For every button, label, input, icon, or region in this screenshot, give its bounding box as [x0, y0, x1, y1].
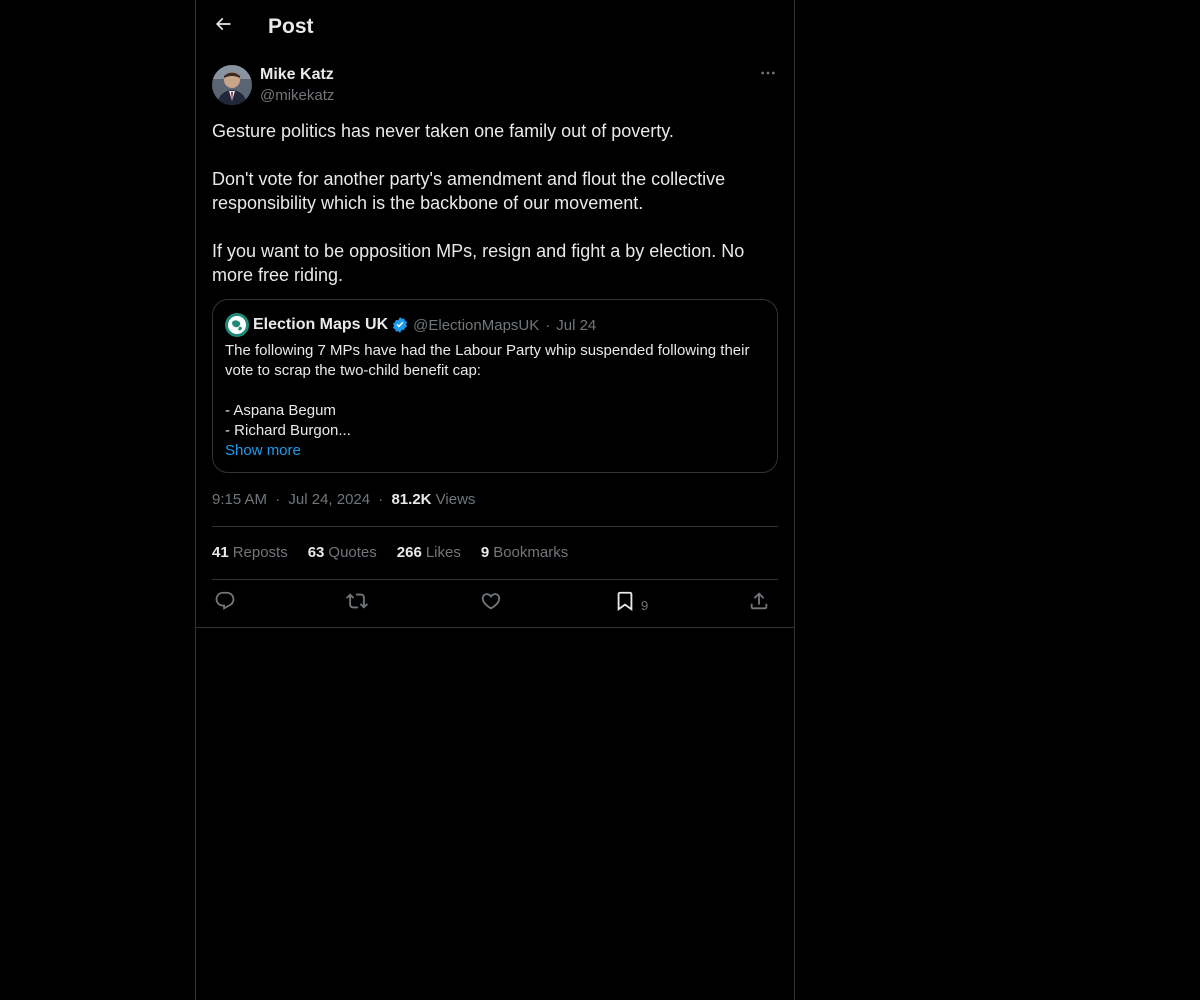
- quoted-avatar: [225, 313, 249, 337]
- bookmarks-count: 9: [480, 544, 490, 561]
- engagement-stats: 41 Reposts 63 Quotes 266 Likes 9 Bookmarks: [212, 543, 588, 563]
- quoted-post[interactable]: Election Maps UK @ElectionMapsUK · Jul 2…: [212, 299, 778, 473]
- post-date[interactable]: Jul 24, 2024: [288, 491, 370, 508]
- like-button[interactable]: [480, 590, 502, 616]
- quoted-post-text: The following 7 MPs have had the Labour …: [225, 342, 750, 439]
- quoted-author-handle: @ElectionMapsUK: [413, 316, 540, 334]
- more-options-button[interactable]: [758, 65, 778, 85]
- reply-icon: [214, 590, 236, 617]
- repost-icon: [346, 590, 368, 617]
- repost-button[interactable]: [346, 590, 368, 616]
- action-bar: 9: [212, 590, 778, 616]
- verified-badge-icon: [391, 316, 409, 334]
- main-column: Post Mike Katz @mikekatz Gesture politic…: [195, 0, 795, 1000]
- quoted-author-name: Election Maps UK: [253, 316, 389, 333]
- bookmarks-stat[interactable]: 9 Bookmarks: [481, 543, 568, 563]
- bookmark-count: 9: [641, 597, 649, 613]
- bookmarks-label: Bookmarks: [493, 544, 569, 561]
- reply-button[interactable]: [214, 590, 236, 616]
- back-button[interactable]: [206, 9, 240, 43]
- post-text: Gesture politics has never taken one fam…: [212, 121, 745, 285]
- author-name[interactable]: Mike Katz: [260, 65, 334, 85]
- page-title: Post: [268, 15, 314, 38]
- arrow-left-icon: [213, 14, 233, 39]
- views-count: 81.2K: [391, 491, 432, 508]
- post-time[interactable]: 9:15 AM: [212, 491, 267, 508]
- share-button[interactable]: [748, 590, 770, 616]
- avatar[interactable]: [212, 65, 252, 105]
- reposts-label: Reposts: [232, 544, 288, 561]
- heart-icon: [480, 590, 502, 617]
- reposts-stat[interactable]: 41 Reposts: [212, 543, 288, 563]
- author-handle[interactable]: @mikekatz: [260, 86, 334, 106]
- divider: [212, 526, 778, 527]
- quotes-count: 63: [307, 544, 325, 561]
- likes-stat[interactable]: 266 Likes: [397, 543, 461, 563]
- quoted-date: Jul 24: [556, 316, 597, 334]
- share-icon: [748, 590, 770, 617]
- timestamp-separator: ·: [275, 491, 281, 508]
- bookmark-button[interactable]: 9: [614, 590, 648, 616]
- show-more-link[interactable]: Show more: [225, 441, 301, 461]
- reposts-count: 41: [212, 544, 229, 561]
- quoted-post-header: Election Maps UK @ElectionMapsUK · Jul 2…: [225, 313, 596, 337]
- likes-label: Likes: [425, 544, 461, 561]
- bookmark-icon: [614, 590, 636, 617]
- divider: [196, 627, 794, 628]
- page-header: Post: [196, 0, 794, 53]
- timestamp-separator: ·: [378, 491, 384, 508]
- views-label: Views: [435, 491, 476, 508]
- quotes-label: Quotes: [328, 544, 377, 561]
- post-author: Mike Katz @mikekatz: [212, 65, 778, 105]
- divider: [212, 579, 778, 580]
- quotes-stat[interactable]: 63 Quotes: [308, 543, 377, 563]
- quoted-separator: ·: [545, 316, 551, 334]
- likes-count: 266: [396, 544, 422, 561]
- more-horizontal-icon: [760, 65, 776, 86]
- post-timestamp: 9:15 AM · Jul 24, 2024 · 81.2K Views: [212, 490, 475, 510]
